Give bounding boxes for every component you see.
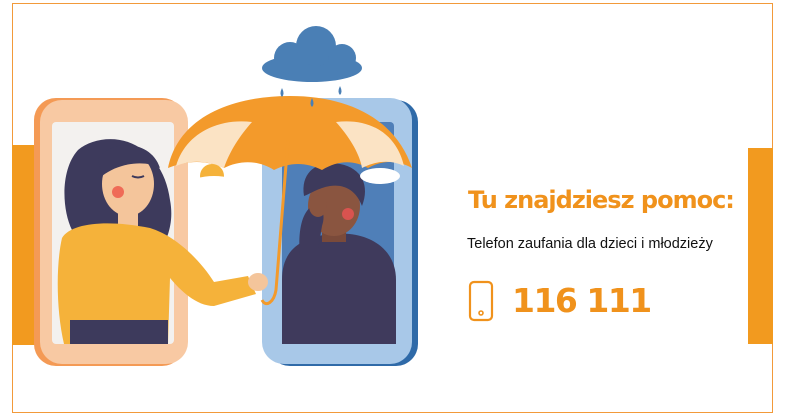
helpline-description: Telefon zaufania dla dzieci i młodzieży [467, 236, 713, 252]
helpline-number[interactable]: 116 111 [512, 281, 652, 320]
help-headline: Tu znajdziesz pomoc: [468, 186, 735, 214]
rain-cloud [262, 26, 362, 107]
smartphone-icon [468, 280, 494, 322]
right-accent-bar [748, 148, 773, 344]
support-illustration [34, 26, 418, 366]
